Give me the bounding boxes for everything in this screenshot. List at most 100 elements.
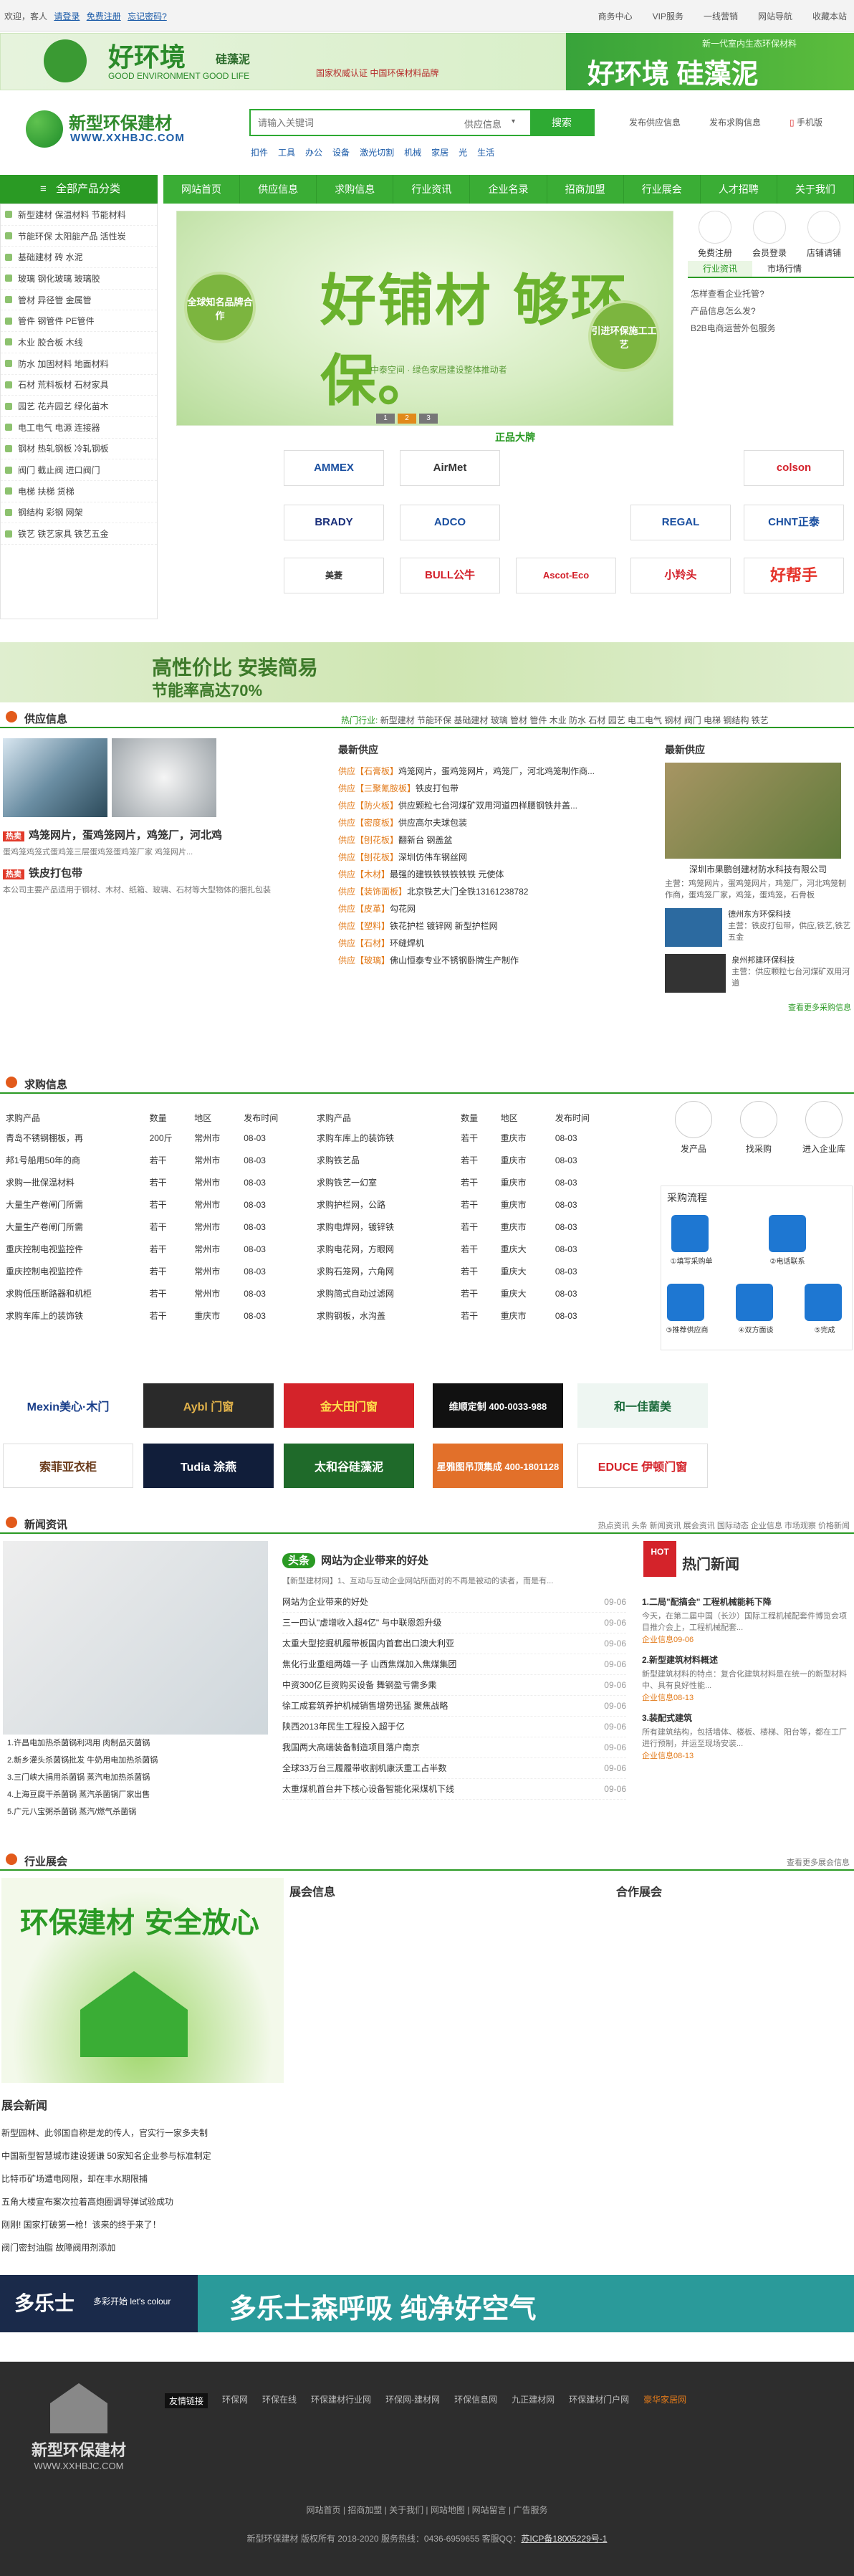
tab-market[interactable]: 市场行情	[752, 261, 817, 277]
all-categories-button[interactable]: ≡ 全部产品分类	[0, 175, 158, 204]
brand-logo[interactable]: REGAL	[630, 505, 731, 540]
nav-item-expo[interactable]: 行业展会	[624, 175, 701, 204]
bottom-advert[interactable]: 多乐士 多彩开始 let's colour 多乐士森呼吸 纯净好空气	[0, 2275, 854, 2332]
hot-industries-list[interactable]: 新型建材 节能环保 基础建材 玻璃 管材 管件 木业 防水 石材 园艺 电工电气…	[380, 715, 769, 725]
expo-news-item[interactable]: 阀门密封油脂 故障阀用剂添加	[1, 2236, 288, 2259]
tab-industry-news[interactable]: 行业资讯	[688, 261, 752, 277]
info-item[interactable]: B2B电商运营外包服务	[691, 320, 776, 337]
friend-link[interactable]: 环保在线	[262, 2393, 297, 2408]
brand-logo[interactable]: BULL公牛	[400, 558, 500, 593]
sidebar-item[interactable]: 园艺 花卉园艺 绿化苗木	[1, 396, 157, 417]
nav-item-supply[interactable]: 供应信息	[240, 175, 317, 204]
pager-dot[interactable]: 3	[419, 414, 438, 424]
sidebar-item[interactable]: 管件 钢管件 PE管件	[1, 310, 157, 333]
supplier-image[interactable]	[665, 763, 841, 859]
login-action[interactable]: 会员登录	[742, 211, 797, 259]
info-item[interactable]: 怎样查看企业托管?	[691, 285, 776, 302]
site-logo[interactable]: 新型环保建材 WWW.XXHBJC.COM	[26, 106, 191, 149]
featured-item[interactable]: 热卖 铁皮打包带	[3, 865, 332, 880]
expo-news-item[interactable]: 刚刚! 国家打破第一枪！该来的终于来了！	[1, 2213, 288, 2236]
forgot-password-link[interactable]: 忘记密码?	[128, 11, 167, 22]
friend-link[interactable]: 环保建材门户网	[569, 2393, 629, 2408]
ad-logo[interactable]: 和一佳菌美	[577, 1383, 708, 1428]
list-item[interactable]: 供应【装饰面板】北京铁艺大门全铁13161238782	[338, 883, 646, 900]
search-button[interactable]: 搜索	[530, 110, 593, 135]
sidebar-item[interactable]: 钢材 热轧钢板 冷轧钢板	[1, 439, 157, 460]
news-item[interactable]: 焦化行业重组两雄一子 山西焦煤加入焦煤集团 09-06	[282, 1654, 626, 1675]
icp-link[interactable]: 苏ICP备18005229号-1	[521, 2534, 607, 2544]
hot-keyword[interactable]: 工具	[278, 146, 295, 158]
featured-item[interactable]: 热卖 鸡笼网片，蛋鸡笼网片，鸡笼厂，河北鸡	[3, 827, 332, 842]
search-type-select[interactable]: 供应信息	[464, 117, 502, 130]
news-item[interactable]: 三一四认"虚增收入超4亿" 与中联恩怨升级 09-06	[282, 1613, 626, 1633]
table-row[interactable]: 求购钢板，水沟盖 若干 重庆市 08-03	[314, 1304, 622, 1327]
expo-news-item[interactable]: 比特币矿场遭电网限，却在丰水期限捕	[1, 2167, 288, 2190]
shop-action[interactable]: 店铺请铺	[797, 211, 851, 259]
news-item[interactable]: 太重煤机首台井下核心设备智能化采煤机下线 09-06	[282, 1779, 626, 1800]
sidebar-item[interactable]: 新型建材 保温材料 节能材料	[1, 204, 157, 226]
product-image[interactable]	[112, 738, 216, 817]
friend-link[interactable]: 环保网-建材网	[385, 2393, 440, 2408]
friend-link[interactable]: 九正建材网	[512, 2393, 555, 2408]
news-item[interactable]: 中资300亿巨资购买设备 舞钢盈亏需多乘 09-06	[282, 1675, 626, 1696]
news-item[interactable]: 1.许昌电加热杀菌锅利鸿用 肉制品灭菌锅	[7, 1735, 272, 1752]
table-row[interactable]: 重庆控制电视监控件 若干 常州市 08-03	[3, 1238, 304, 1260]
brand-logo[interactable]: 美菱	[284, 558, 384, 593]
hero-banner[interactable]: 全球知名品牌合作 好铺材 够环保。 中泰空间 · 绿色家居建设整体推动者 引进环…	[176, 211, 673, 426]
brand-logo[interactable]: AMMEX	[284, 450, 384, 486]
nav-item-companies[interactable]: 企业名录	[470, 175, 547, 204]
table-row[interactable]: 青岛不锈钢棚板，再 200斤 常州市 08-03	[3, 1127, 304, 1149]
table-row[interactable]: 求购石笼网，六角网 若干 重庆大 08-03	[314, 1260, 622, 1282]
site-nav-link[interactable]: 网站导航	[758, 10, 792, 22]
list-item[interactable]: 供应【防火板】供应颗粒七台河煤矿双用河道四样腰钢铁井盖...	[338, 797, 646, 814]
brand-logo[interactable]: ADCO	[400, 505, 500, 540]
nav-item-home[interactable]: 网站首页	[163, 175, 241, 204]
sidebar-item[interactable]: 管材 异径管 金属管	[1, 290, 157, 311]
friend-link[interactable]: 环保信息网	[454, 2393, 497, 2408]
brand-logo[interactable]: AirMet	[400, 450, 500, 486]
list-item[interactable]: 供应【木材】最强的建铁铁铁铁铁铁 元使体	[338, 866, 646, 883]
list-item[interactable]: 供应【刨花板】翻新台 钢盖盆	[338, 831, 646, 849]
sidebar-item[interactable]: 阀门 截止阀 进口阀门	[1, 459, 157, 481]
hot-keyword[interactable]: 生活	[477, 146, 494, 158]
footer-logo[interactable]: 新型环保建材 WWW.XXHBJC.COM	[14, 2383, 143, 2471]
headline[interactable]: 头条 网站为企业带来的好处	[282, 1552, 626, 1568]
table-row[interactable]: 求购铁艺一幻室 若干 重庆市 08-03	[314, 1171, 622, 1193]
nav-item-franchise[interactable]: 招商加盟	[547, 175, 624, 204]
more-purchase-link[interactable]: 查看更多采购信息	[665, 1001, 851, 1013]
news-item[interactable]: 全球33万台三履履带收割机康沃重工占半数 09-06	[282, 1758, 626, 1779]
nav-item-news[interactable]: 行业资讯	[393, 175, 471, 204]
news-item[interactable]: 太重大型挖掘机履带板国内首套出口澳大利亚 09-06	[282, 1633, 626, 1654]
advert-right[interactable]: 新一代室内生态环保材料 好环境 硅藻泥	[566, 33, 854, 90]
list-item[interactable]: 供应【三聚氰胺板】铁皮打包带	[338, 780, 646, 797]
news-tags[interactable]: 热点资讯 头条 新闻资讯 展会资讯 国际动态 企业信息 市场观察 价格新闻	[598, 1520, 850, 1531]
sidebar-item[interactable]: 电梯 扶梯 货梯	[1, 481, 157, 502]
sidebar-item[interactable]: 节能环保 太阳能产品 活性炭	[1, 226, 157, 247]
info-item[interactable]: 产品信息怎么发?	[691, 302, 776, 320]
table-row[interactable]: 求购电花网，方眼网 若干 重庆大 08-03	[314, 1238, 622, 1260]
expo-news-item[interactable]: 五角大楼宣布案次拉着高炮圈调导弹试验成功	[1, 2190, 288, 2213]
marketing-link[interactable]: 一线营销	[704, 10, 738, 22]
table-row[interactable]: 求购电焊网，镀锌铁 若干 重庆市 08-03	[314, 1216, 622, 1238]
ad-logo[interactable]: EDUCE 伊顿门窗	[577, 1444, 708, 1488]
news-item[interactable]: 3.三门峡大捐用杀菌锅 蒸汽电加热杀菌锅	[7, 1769, 272, 1786]
news-item[interactable]: 5.广元八宝粥杀菌锅 蒸汽/燃气杀菌锅	[7, 1803, 272, 1821]
expo-banner[interactable]: 环保建材 安全放心	[1, 1878, 284, 2083]
expo-news-item[interactable]: 新型园林、此邻国自称是龙的传人，官实行一家多夫制	[1, 2122, 288, 2145]
hot-keyword[interactable]: 设备	[332, 146, 350, 158]
hot-news-item[interactable]: 2.新型建筑材料概述 新型建筑材料的特点：复合化建筑材料是在统一的新型材料中、具有…	[642, 1654, 850, 1703]
bookmark-link[interactable]: 收藏本站	[812, 10, 847, 22]
ad-logo[interactable]: Aybl 门窗	[143, 1383, 274, 1428]
hot-keyword[interactable]: 家居	[431, 146, 448, 158]
search-input[interactable]	[251, 110, 459, 135]
advert-left[interactable]: 好环境 硅藻泥 GOOD ENVIRONMENT GOOD LIFE 国家权威认…	[0, 33, 566, 90]
table-row[interactable]: 重庆控制电视监控件 若干 常州市 08-03	[3, 1260, 304, 1282]
pager-dot[interactable]: 2	[398, 414, 416, 424]
sidebar-item[interactable]: 木业 胶合板 木线	[1, 332, 157, 353]
brand-logo[interactable]: colson	[744, 450, 844, 486]
post-purchase-link[interactable]: 发布求购信息	[709, 116, 761, 128]
login-link[interactable]: 请登录	[54, 11, 80, 22]
table-row[interactable]: 大量生产卷闸门所需 若干 常州市 08-03	[3, 1193, 304, 1216]
news-item[interactable]: 2.新乡灌头杀菌锅批发 牛奶用电加热杀菌锅	[7, 1752, 272, 1769]
list-item[interactable]: 供应【石材】环缝焊机	[338, 935, 646, 952]
